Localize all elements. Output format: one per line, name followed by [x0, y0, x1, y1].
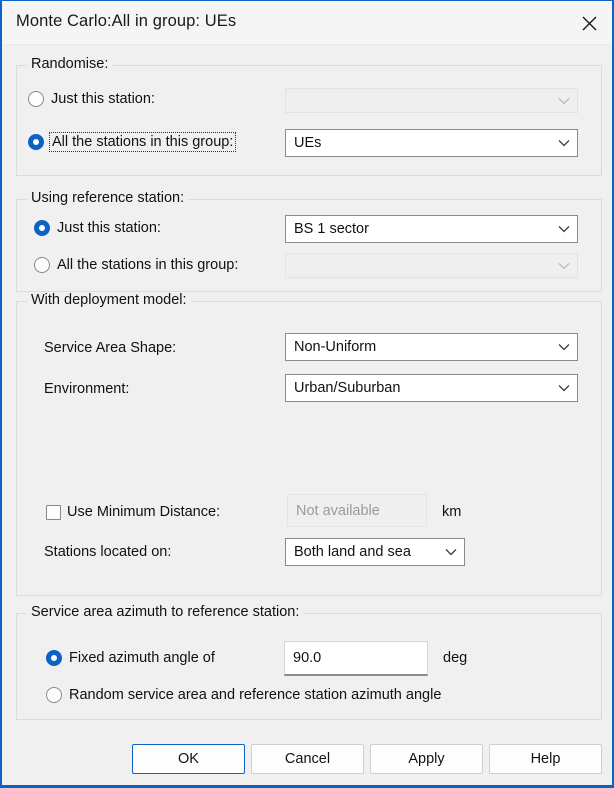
radio-reference-all-group-label: All the stations in this group: — [57, 257, 239, 273]
group-azimuth-legend: Service area azimuth to reference statio… — [27, 604, 304, 620]
radio-randomise-all-group-label: All the stations in this group: — [48, 132, 237, 152]
input-minimum-distance: Not available — [287, 494, 427, 527]
input-fixed-azimuth[interactable]: 90.0 — [284, 641, 428, 676]
combo-randomise-all-group[interactable]: UEs — [285, 129, 578, 157]
radio-randomise-all-group[interactable]: All the stations in this group: — [28, 132, 237, 152]
radio-reference-just-station-label: Just this station: — [57, 220, 161, 236]
radio-indicator — [46, 650, 62, 666]
radio-indicator — [28, 91, 44, 107]
chevron-down-icon — [551, 130, 577, 156]
page-title: Monte Carlo:All in group: UEs — [16, 12, 237, 30]
cancel-button[interactable]: Cancel — [251, 744, 364, 774]
chevron-down-icon — [551, 89, 577, 112]
checkbox-use-minimum-distance[interactable]: Use Minimum Distance: — [46, 504, 220, 520]
group-deployment-model-legend: With deployment model: — [27, 292, 191, 308]
stations-located-on-label: Stations located on: — [44, 544, 172, 560]
radio-randomise-just-station[interactable]: Just this station: — [28, 91, 155, 107]
fixed-azimuth-unit: deg — [443, 650, 468, 666]
group-randomise: Randomise: — [16, 56, 602, 176]
chevron-down-icon — [438, 539, 464, 565]
group-reference-station-legend: Using reference station: — [27, 190, 189, 206]
service-area-shape-label: Service Area Shape: — [44, 340, 177, 356]
radio-random-azimuth[interactable]: Random service area and reference statio… — [46, 687, 441, 703]
dialog-window: Monte Carlo:All in group: UEs Randomise:… — [0, 0, 614, 788]
help-button[interactable]: Help — [489, 744, 602, 774]
radio-fixed-azimuth-label: Fixed azimuth angle of — [69, 650, 215, 666]
combo-stations-located-on[interactable]: Both land and sea — [285, 538, 465, 566]
combo-reference-all-group — [285, 253, 578, 278]
combo-reference-just-station-value: BS 1 sector — [294, 221, 369, 237]
radio-reference-just-station[interactable]: Just this station: — [34, 220, 161, 236]
radio-indicator — [46, 687, 62, 703]
minimum-distance-unit: km — [442, 504, 462, 520]
input-minimum-distance-value: Not available — [296, 502, 380, 519]
combo-stations-located-on-value: Both land and sea — [294, 544, 411, 560]
combo-reference-just-station[interactable]: BS 1 sector — [285, 215, 578, 243]
radio-indicator — [34, 257, 50, 273]
close-icon[interactable] — [566, 1, 612, 45]
combo-service-area-shape[interactable]: Non-Uniform — [285, 333, 578, 361]
environment-label: Environment: — [44, 381, 130, 397]
checkbox-indicator — [46, 504, 61, 520]
radio-fixed-azimuth[interactable]: Fixed azimuth angle of — [46, 650, 215, 666]
group-reference-station: Using reference station: — [16, 190, 602, 292]
radio-random-azimuth-label: Random service area and reference statio… — [69, 687, 442, 703]
radio-indicator — [28, 134, 44, 150]
ok-button[interactable]: OK — [132, 744, 245, 774]
apply-button[interactable]: Apply — [370, 744, 483, 774]
input-fixed-azimuth-value: 90.0 — [293, 650, 322, 666]
chevron-down-icon — [551, 216, 577, 242]
combo-service-area-shape-value: Non-Uniform — [294, 339, 377, 355]
radio-indicator — [34, 220, 50, 236]
title-bar: Monte Carlo:All in group: UEs — [2, 1, 612, 45]
chevron-down-icon — [551, 254, 577, 277]
combo-randomise-just-station — [285, 88, 578, 113]
chevron-down-icon — [551, 375, 577, 401]
combo-environment-value: Urban/Suburban — [294, 380, 401, 396]
group-randomise-legend: Randomise: — [27, 56, 113, 72]
radio-reference-all-group[interactable]: All the stations in this group: — [34, 257, 238, 273]
chevron-down-icon — [551, 334, 577, 360]
combo-environment[interactable]: Urban/Suburban — [285, 374, 578, 402]
radio-randomise-just-station-label: Just this station: — [51, 91, 155, 107]
combo-randomise-all-group-value: UEs — [294, 135, 322, 151]
checkbox-use-minimum-distance-label: Use Minimum Distance: — [67, 504, 221, 520]
